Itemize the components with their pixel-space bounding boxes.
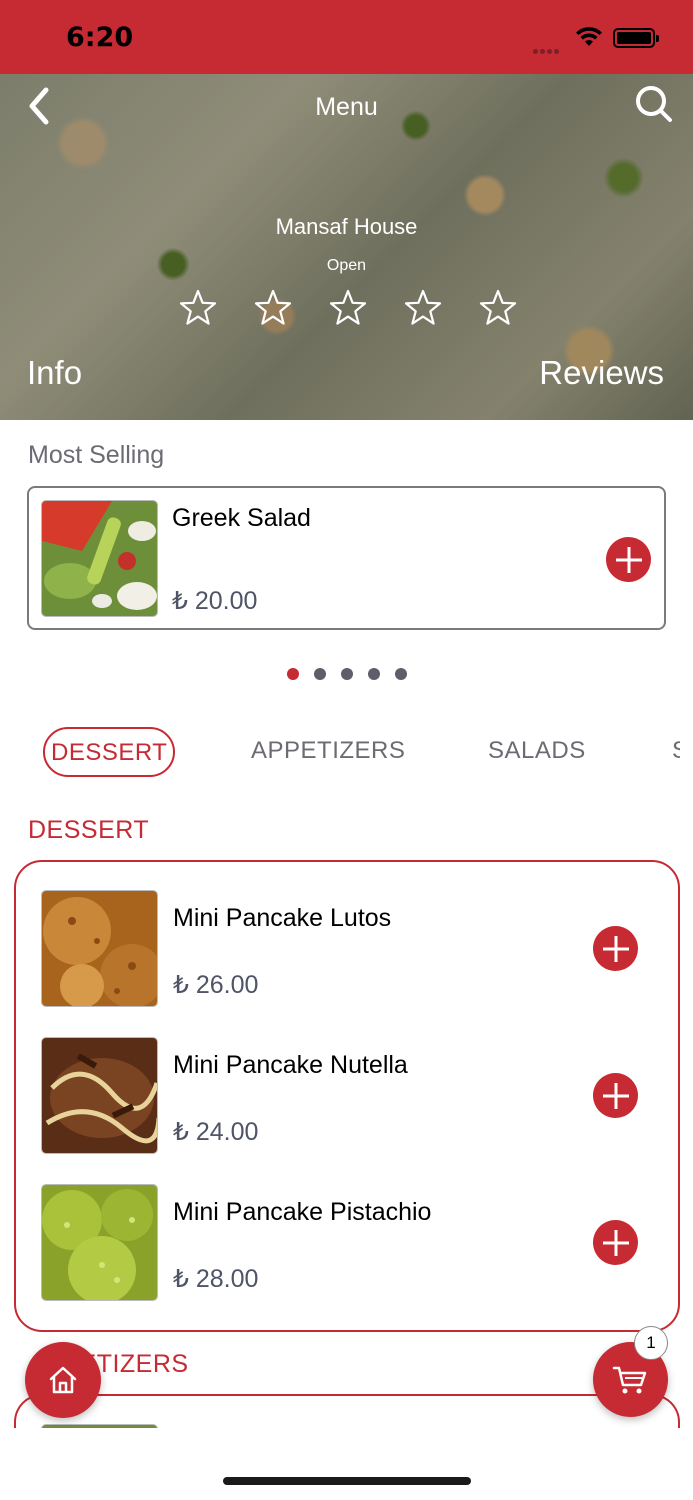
item-name: Mini Pancake Pistachio [173, 1198, 432, 1226]
star-icon [328, 288, 368, 328]
add-to-cart-button[interactable] [593, 926, 638, 971]
cart-icon [612, 1366, 647, 1394]
dessert-items-card: Mini Pancake Lutos ₺ 26.00 Mini Pancake … [14, 860, 680, 1332]
most-selling-heading: Most Selling [28, 441, 165, 469]
tab-appetizers[interactable]: APPETIZERS [251, 727, 405, 777]
bottom-safe-area [0, 1428, 693, 1500]
home-icon [49, 1366, 77, 1394]
home-button[interactable] [25, 1342, 101, 1418]
item-price: ₺ 24.00 [173, 1118, 259, 1146]
status-time: 6:20 [66, 22, 134, 53]
item-price: ₺ 26.00 [173, 971, 259, 999]
battery-icon [613, 28, 659, 48]
mini-pancake-pistachio-image [41, 1184, 158, 1301]
add-to-cart-button[interactable] [593, 1073, 638, 1118]
add-to-cart-button[interactable] [593, 1220, 638, 1265]
most-selling-card[interactable]: Greek Salad ₺ 20.00 [27, 486, 666, 630]
mini-pancake-nutella-image [41, 1037, 158, 1154]
restaurant-status: Open [326, 257, 367, 274]
star-icon [253, 288, 293, 328]
list-item[interactable]: Mini Pancake Pistachio ₺ 28.00 [16, 1184, 678, 1304]
item-name: Mini Pancake Nutella [173, 1051, 408, 1079]
mini-pancake-lutos-image [41, 890, 158, 1007]
carousel-dot[interactable] [287, 668, 299, 680]
star-icon [178, 288, 218, 328]
tab-salads[interactable]: SALADS [488, 727, 586, 777]
home-indicator [223, 1477, 471, 1485]
category-tabs: DESSERT APPETIZERS SALADS S [0, 727, 680, 779]
carousel-dot[interactable] [395, 668, 407, 680]
wifi-icon [576, 27, 602, 46]
signal-icon [533, 41, 565, 54]
tab-dessert[interactable]: DESSERT [43, 727, 176, 777]
carousel-dot[interactable] [341, 668, 353, 680]
list-item[interactable]: Mini Pancake Lutos ₺ 26.00 [16, 890, 678, 1010]
restaurant-name: Mansaf House [275, 214, 418, 239]
search-icon[interactable] [634, 84, 674, 124]
most-selling-item-name: Greek Salad [172, 504, 311, 532]
most-selling-item-price: ₺ 20.00 [172, 587, 258, 615]
star-icon [403, 288, 443, 328]
item-name: Mini Pancake Lutos [173, 904, 392, 932]
reviews-link[interactable]: Reviews [539, 354, 664, 392]
status-bar: 6:20 [0, 0, 693, 74]
carousel-dot[interactable] [314, 668, 326, 680]
item-price: ₺ 28.00 [173, 1265, 259, 1293]
restaurant-hero: Menu Mansaf House Open Info Reviews [0, 74, 693, 420]
rating-stars [178, 288, 518, 328]
carousel-pagination [287, 668, 407, 680]
cart-count-badge: 1 [634, 1326, 668, 1360]
list-item[interactable]: Mini Pancake Nutella ₺ 24.00 [16, 1037, 678, 1157]
carousel-dot[interactable] [368, 668, 380, 680]
tab-next[interactable]: S [672, 727, 680, 777]
page-title: Menu [315, 93, 378, 121]
greek-salad-image [41, 500, 158, 617]
info-link[interactable]: Info [27, 354, 82, 392]
section-title-dessert: DESSERT [28, 816, 150, 844]
add-to-cart-button[interactable] [606, 537, 651, 582]
star-icon [478, 288, 518, 328]
